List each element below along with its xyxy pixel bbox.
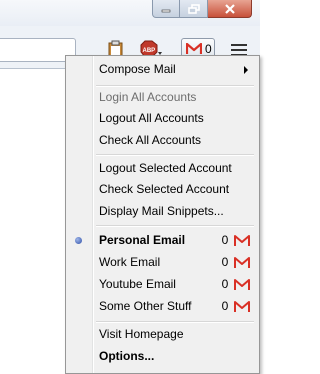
unread-count: 0 — [221, 233, 229, 247]
gmail-icon — [186, 43, 202, 54]
compose-mail-item[interactable]: Compose Mail — [66, 59, 259, 80]
selected-account-indicator-icon — [75, 237, 82, 244]
login-all-accounts-item[interactable]: Login All Accounts — [66, 87, 259, 108]
gmail-dropdown-menu: Compose Mail Login All Accounts Logout A… — [65, 55, 260, 374]
unread-count: 0 — [221, 255, 229, 269]
logout-selected-account-label: Logout Selected Account — [99, 161, 232, 175]
gmail-icon — [234, 279, 250, 290]
check-all-accounts-item[interactable]: Check All Accounts — [66, 130, 259, 151]
maximize-button[interactable] — [180, 0, 208, 18]
close-button[interactable] — [208, 0, 252, 18]
menu-separator — [96, 225, 254, 227]
logout-all-accounts-item[interactable]: Logout All Accounts — [66, 108, 259, 129]
close-icon — [224, 3, 235, 14]
account-item-personal[interactable]: Personal Email 0 — [66, 230, 259, 251]
display-mail-snippets-item[interactable]: Display Mail Snippets... — [66, 201, 259, 222]
options-item[interactable]: Options... — [66, 346, 259, 367]
minimize-icon — [161, 9, 171, 12]
check-all-accounts-label: Check All Accounts — [99, 133, 202, 147]
submenu-arrow-icon — [244, 66, 248, 74]
account-name: Personal Email — [99, 233, 186, 247]
account-item-other[interactable]: Some Other Stuff 0 — [66, 296, 259, 317]
svg-text:ABP: ABP — [143, 48, 156, 54]
unread-count: 0 — [221, 299, 229, 313]
compose-mail-label: Compose Mail — [99, 62, 176, 76]
title-bar — [0, 0, 260, 26]
visit-homepage-item[interactable]: Visit Homepage — [66, 324, 259, 345]
login-all-accounts-label: Login All Accounts — [99, 90, 197, 104]
account-name: Work Email — [99, 255, 161, 269]
gmail-unread-count: 0 — [205, 42, 212, 56]
restore-icon — [187, 3, 200, 14]
check-selected-account-label: Check Selected Account — [99, 182, 230, 196]
account-item-youtube[interactable]: Youtube Email 0 — [66, 274, 259, 295]
account-item-work[interactable]: Work Email 0 — [66, 252, 259, 273]
visit-homepage-label: Visit Homepage — [99, 327, 184, 341]
menu-separator — [96, 321, 254, 323]
display-mail-snippets-label: Display Mail Snippets... — [99, 204, 224, 218]
menu-separator — [96, 154, 254, 156]
logout-selected-account-item[interactable]: Logout Selected Account — [66, 158, 259, 179]
check-selected-account-item[interactable]: Check Selected Account — [66, 179, 259, 200]
account-name: Some Other Stuff — [99, 299, 192, 313]
gmail-icon — [234, 301, 250, 312]
minimize-button[interactable] — [152, 0, 180, 18]
gmail-icon — [234, 257, 250, 268]
gmail-icon — [234, 235, 250, 246]
logout-all-accounts-label: Logout All Accounts — [99, 111, 204, 125]
options-label: Options... — [99, 349, 155, 363]
unread-count: 0 — [221, 277, 229, 291]
account-name: Youtube Email — [99, 277, 176, 291]
